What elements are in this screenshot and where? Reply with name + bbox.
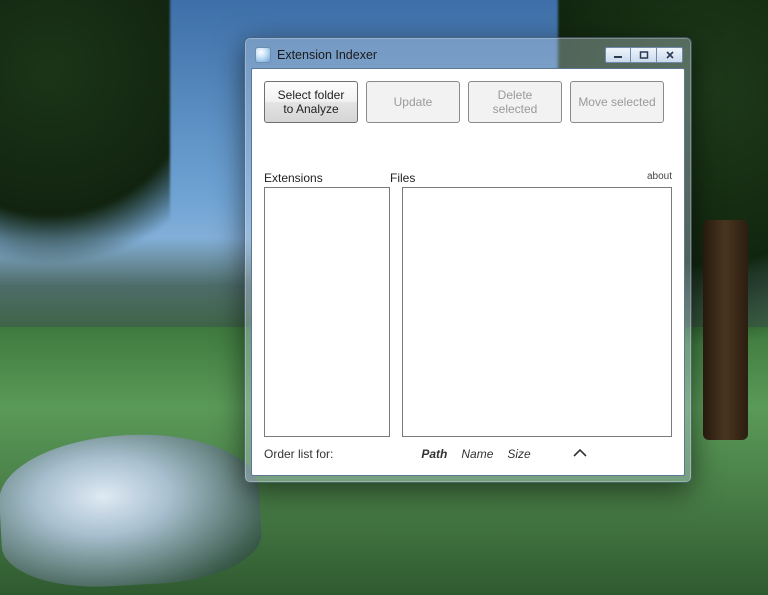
order-row: Order list for: Path Name Size bbox=[264, 447, 672, 461]
app-icon bbox=[255, 47, 271, 63]
sort-direction-button[interactable] bbox=[573, 447, 587, 461]
titlebar[interactable]: Extension Indexer bbox=[251, 44, 685, 66]
order-path[interactable]: Path bbox=[421, 447, 447, 461]
order-list-label: Order list for: bbox=[264, 447, 333, 461]
update-button[interactable]: Update bbox=[366, 81, 460, 123]
app-window: Extension Indexer Select folder to Analy… bbox=[244, 37, 692, 483]
maximize-icon bbox=[639, 51, 649, 59]
maximize-button[interactable] bbox=[631, 47, 657, 63]
order-size[interactable]: Size bbox=[507, 447, 530, 461]
close-button[interactable] bbox=[657, 47, 683, 63]
client-area: Select folder to Analyze Update Delete s… bbox=[251, 68, 685, 476]
desktop-trunk bbox=[703, 220, 748, 440]
about-link[interactable]: about bbox=[647, 171, 672, 185]
extensions-label: Extensions bbox=[264, 171, 390, 185]
chevron-up-icon bbox=[573, 448, 587, 458]
extensions-listbox[interactable] bbox=[264, 187, 390, 437]
move-selected-button[interactable]: Move selected bbox=[570, 81, 664, 123]
window-controls bbox=[605, 47, 683, 63]
window-title: Extension Indexer bbox=[277, 48, 599, 62]
delete-selected-button[interactable]: Delete selected bbox=[468, 81, 562, 123]
minimize-icon bbox=[613, 51, 623, 59]
files-label: Files bbox=[390, 171, 415, 185]
desktop-tree-left bbox=[0, 0, 170, 280]
select-folder-button[interactable]: Select folder to Analyze bbox=[264, 81, 358, 123]
order-tabs: Path Name Size bbox=[421, 447, 530, 461]
toolbar: Select folder to Analyze Update Delete s… bbox=[264, 81, 672, 123]
minimize-button[interactable] bbox=[605, 47, 631, 63]
close-icon bbox=[665, 51, 675, 59]
files-listbox[interactable] bbox=[402, 187, 672, 437]
order-name[interactable]: Name bbox=[461, 447, 493, 461]
